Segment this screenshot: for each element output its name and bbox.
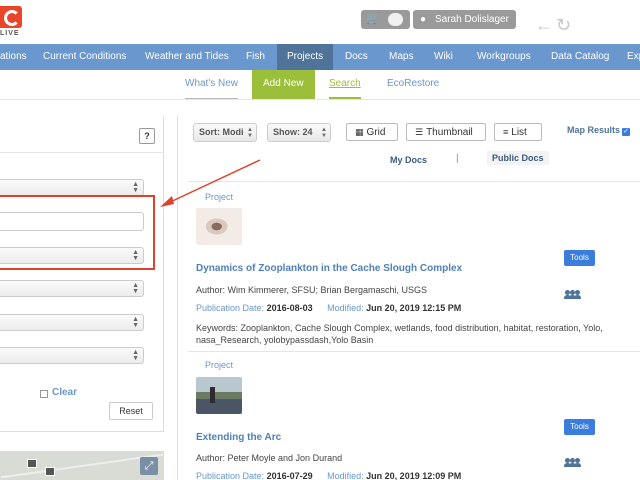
publication-date: 2016-08-03: [266, 303, 313, 313]
basket-icon: 🛒: [366, 13, 380, 25]
show-label: Show: 24: [273, 127, 313, 137]
doc-tabs-separator: |: [456, 153, 459, 164]
help-button[interactable]: ?: [139, 128, 155, 144]
thumbnail-view-button[interactable]: ☰ Thumbnail: [406, 123, 486, 141]
sort-select[interactable]: Sort: Modi ▲ ▼: [193, 123, 257, 142]
modified-label: Modified:: [327, 303, 364, 313]
refresh-icon[interactable]: ↻: [556, 16, 571, 34]
logo-text: LIVE: [0, 30, 20, 37]
result-title[interactable]: Extending the Arc: [196, 432, 281, 443]
main-nav: ations Current Conditions Weather and Ti…: [0, 44, 640, 70]
group-icon[interactable]: [564, 458, 581, 468]
toggle-knob: [388, 13, 403, 26]
annotation-arrow-line: [165, 159, 261, 205]
select-arrows-icon: ▲ ▼: [321, 127, 327, 139]
nav-item-projects[interactable]: Projects: [277, 44, 334, 70]
filter-select-5[interactable]: ▲ ▼: [0, 347, 144, 364]
sub-nav: What's New Add New Search EcoRestore: [0, 70, 640, 100]
map-results-checkbox[interactable]: ✓: [622, 128, 630, 136]
user-name: Sarah Dolislager: [435, 14, 509, 25]
list-icon: ≡: [503, 127, 509, 137]
result-card: Project Tools Extending the Arc Author: …: [188, 352, 640, 480]
logo-icon: [0, 6, 22, 28]
thumbnail-label: Thumbnail: [426, 127, 473, 138]
list-view-button[interactable]: ≡ List: [494, 123, 542, 141]
select-arrows-icon: ▲ ▼: [132, 282, 139, 295]
select-arrows-icon: ▲ ▼: [247, 127, 253, 139]
filter-select-1[interactable]: ▲ ▼: [0, 179, 144, 196]
result-dates: Publication Date: 2016-08-03 Modified: J…: [196, 303, 473, 313]
annotation-arrow-head: [160, 196, 174, 207]
panel-divider: [0, 152, 164, 153]
publication-date-label: Publication Date:: [196, 303, 265, 313]
select-arrows-icon: ▲ ▼: [132, 249, 139, 262]
reset-button[interactable]: Reset: [109, 402, 153, 420]
result-author: Author: Wim Kimmerer, SFSU; Brian Bergam…: [196, 285, 428, 295]
keyword-search-input[interactable]: [0, 212, 144, 231]
tab-ecorestore[interactable]: EcoRestore: [387, 70, 439, 99]
grid-label: Grid: [366, 127, 386, 138]
show-count-select[interactable]: Show: 24 ▲ ▼: [267, 123, 331, 142]
results-map[interactable]: ⤢: [0, 451, 164, 480]
thumbnail-icon: ☰: [415, 127, 424, 137]
select-arrows-icon: ▲ ▼: [132, 181, 139, 194]
nav-item-docs[interactable]: Docs: [345, 44, 368, 70]
result-title[interactable]: Dynamics of Zooplankton in the Cache Slo…: [196, 263, 462, 274]
cart-toggle[interactable]: 🛒: [361, 10, 410, 29]
nav-item-explore[interactable]: Exp: [627, 44, 640, 70]
tab-my-docs[interactable]: My Docs: [390, 155, 427, 165]
tab-search[interactable]: Search: [329, 70, 361, 99]
annotation-arrow: [160, 159, 261, 207]
result-author: Author: Peter Moyle and Jon Durand: [196, 453, 343, 463]
search-filter-panel: ? ▲ ▼ ▲ ▼ ▲ ▼ ▲ ▼ ▲ ▼ Clear Reset: [0, 116, 164, 432]
modified-label: Modified:: [327, 471, 364, 480]
filter-select-4[interactable]: ▲ ▼: [0, 314, 144, 331]
result-thumbnail[interactable]: [196, 208, 242, 245]
map-results-label: Map Results: [567, 125, 621, 135]
grid-view-button[interactable]: ▦ Grid: [346, 123, 398, 141]
select-arrows-icon: ▲ ▼: [132, 316, 139, 329]
nav-item-maps[interactable]: Maps: [389, 44, 413, 70]
clear-link[interactable]: Clear: [52, 387, 77, 398]
grid-icon: ▦: [355, 127, 364, 137]
logo[interactable]: LIVE: [0, 2, 24, 37]
map-marker[interactable]: [45, 467, 55, 476]
nav-item-stations[interactable]: ations: [0, 44, 27, 70]
nav-item-weather-and-tides[interactable]: Weather and Tides: [145, 44, 229, 70]
tab-public-docs[interactable]: Public Docs: [487, 151, 549, 165]
publication-date: 2016-07-29: [266, 471, 313, 480]
nav-item-fish[interactable]: Fish: [246, 44, 265, 70]
clear-checkbox[interactable]: [40, 390, 48, 398]
filter-select-3[interactable]: ▲ ▼: [0, 280, 144, 297]
tools-button[interactable]: Tools: [564, 419, 595, 435]
arrow-left-icon[interactable]: ←: [535, 16, 553, 34]
result-type: Project: [205, 360, 234, 370]
result-thumbnail[interactable]: [196, 377, 242, 414]
tab-whats-new[interactable]: What's New: [185, 70, 239, 99]
map-road: [0, 453, 164, 479]
user-icon: ●: [420, 14, 427, 25]
publication-date-label: Publication Date:: [196, 471, 265, 480]
nav-item-current-conditions[interactable]: Current Conditions: [43, 44, 126, 70]
group-icon[interactable]: [564, 290, 581, 300]
list-label: List: [511, 127, 527, 138]
nav-item-data-catalog[interactable]: Data Catalog: [551, 44, 609, 70]
select-arrows-icon: ▲ ▼: [132, 349, 139, 362]
modified-date: Jun 20, 2019 12:15 PM: [366, 303, 462, 313]
nav-item-wiki[interactable]: Wiki: [434, 44, 453, 70]
nav-item-workgroups[interactable]: Workgroups: [477, 44, 531, 70]
tools-button[interactable]: Tools: [564, 250, 595, 266]
sort-label: Sort: Modi: [199, 127, 244, 137]
result-dates: Publication Date: 2016-07-29 Modified: J…: [196, 471, 473, 480]
expand-icon[interactable]: ⤢: [140, 457, 158, 475]
tab-add-new[interactable]: Add New: [252, 70, 315, 99]
user-menu-button[interactable]: ● Sarah Dolislager: [413, 10, 516, 29]
result-keywords: Keywords: Zooplankton, Cache Slough Comp…: [196, 323, 603, 345]
public-docs-wrapper: Public Docs: [487, 151, 549, 165]
map-marker[interactable]: [27, 459, 37, 468]
filter-select-2[interactable]: ▲ ▼: [0, 247, 144, 264]
modified-date: Jun 20, 2019 12:09 PM: [366, 471, 462, 480]
app-header: LIVE 🛒 ● Sarah Dolislager ← ↻: [0, 0, 640, 44]
